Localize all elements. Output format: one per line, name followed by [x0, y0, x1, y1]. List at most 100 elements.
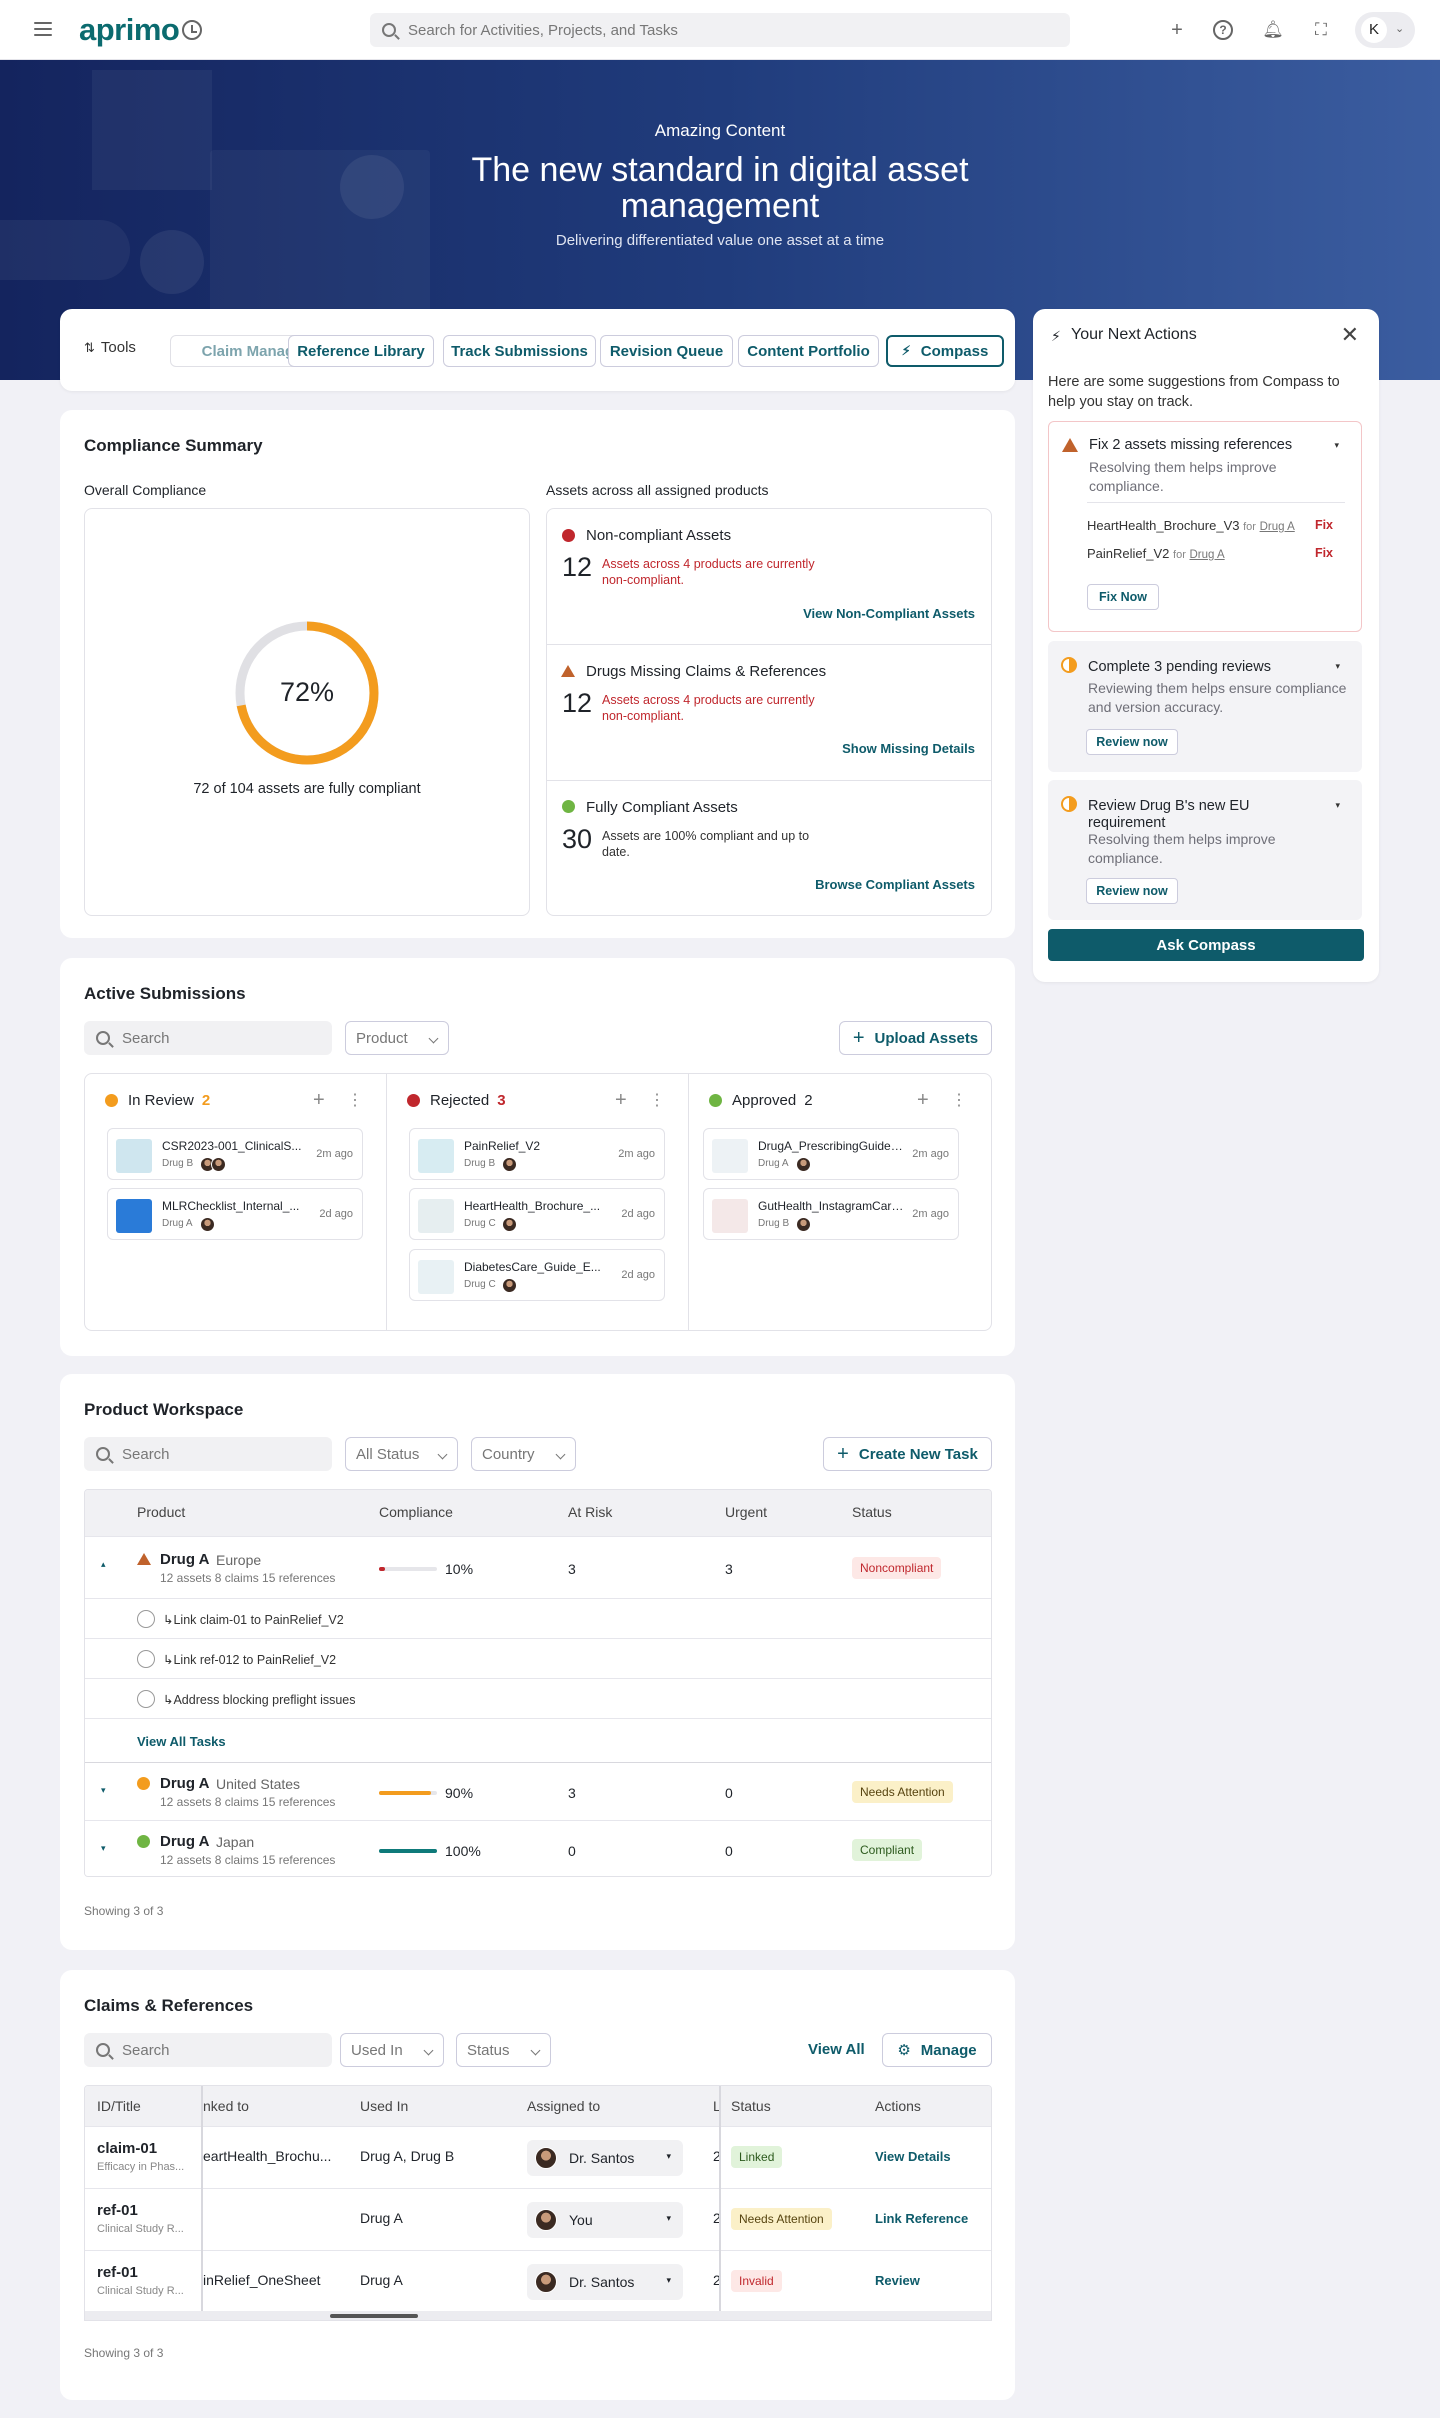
- review-now-button[interactable]: Review now: [1086, 878, 1178, 904]
- submission-item[interactable]: DrugA_PrescribingGuide_V4 Drug A 2m ago: [703, 1128, 959, 1180]
- assignee-select[interactable]: Dr. Santos ▾: [527, 2140, 683, 2176]
- add-icon[interactable]: +: [313, 1089, 325, 1112]
- product-filter[interactable]: Product: [345, 1021, 449, 1055]
- assignee-select[interactable]: Dr. Santos ▾: [527, 2264, 683, 2300]
- table-row[interactable]: ▾ Drug A Japan 12 assets 8 claims 15 ref…: [85, 1820, 991, 1876]
- ask-compass-button[interactable]: Ask Compass: [1048, 929, 1364, 961]
- task-row[interactable]: ↳Address blocking preflight issues: [85, 1678, 991, 1718]
- assignee-select[interactable]: You ▾: [527, 2202, 683, 2238]
- bolt-icon: ⚡︎: [1051, 328, 1061, 344]
- row-action-link[interactable]: View Details: [875, 2149, 951, 2164]
- chevron-down-icon: ⌄: [1395, 23, 1405, 35]
- submission-item[interactable]: CSR2023-001_ClinicalS... Drug B 2m ago: [107, 1128, 363, 1180]
- search-icon: [96, 1031, 110, 1045]
- more-icon[interactable]: ⋮: [951, 1090, 967, 1110]
- more-icon[interactable]: ⋮: [347, 1090, 363, 1110]
- close-icon[interactable]: ✕: [1341, 322, 1359, 348]
- task-checkbox[interactable]: [137, 1690, 155, 1708]
- user-menu[interactable]: K ⌄: [1355, 12, 1415, 48]
- asset-line: PainRelief_V2 for Drug A: [1087, 546, 1225, 561]
- caret-down-icon[interactable]: ▾: [1335, 661, 1340, 672]
- logo[interactable]: aprimo: [79, 12, 180, 48]
- fix-link[interactable]: Fix: [1315, 546, 1333, 560]
- create-new-task-button[interactable]: + Create New Task: [823, 1437, 992, 1471]
- fix-link[interactable]: Fix: [1315, 518, 1333, 532]
- claims-search-input[interactable]: Search: [84, 2033, 332, 2067]
- column-header: L: [713, 2098, 719, 2114]
- tab-reference-library[interactable]: Reference Library: [288, 335, 434, 367]
- add-icon[interactable]: +: [615, 1089, 627, 1112]
- tab-track-submissions[interactable]: Track Submissions: [443, 335, 596, 367]
- chevron-down-icon[interactable]: ▾: [101, 1843, 106, 1854]
- table-row[interactable]: ref-01 Clinical Study R... inRelief_OneShe…: [85, 2250, 991, 2311]
- horizontal-scrollbar[interactable]: [85, 2311, 991, 2320]
- assignee-name: Dr. Santos: [569, 2150, 635, 2166]
- asset-drug-link[interactable]: Drug A: [1260, 521, 1295, 533]
- history-icon[interactable]: [182, 20, 202, 40]
- global-search-input[interactable]: Search for Activities, Projects, and Tas…: [370, 13, 1070, 47]
- tools-button[interactable]: ⇅ Tools: [84, 339, 136, 356]
- show-missing-details-link[interactable]: Show Missing Details: [842, 741, 975, 756]
- asset-drug-link[interactable]: Drug A: [1189, 549, 1224, 561]
- fix-now-button[interactable]: Fix Now: [1087, 584, 1159, 610]
- workspace-search-input[interactable]: Search: [84, 1437, 332, 1471]
- row-action-link[interactable]: Link Reference: [875, 2211, 968, 2226]
- submission-item[interactable]: MLRChecklist_Internal_... Drug A 2d ago: [107, 1188, 363, 1240]
- menu-icon[interactable]: [34, 22, 52, 36]
- column-count: 2: [804, 1092, 813, 1109]
- chevron-up-icon[interactable]: ▴: [101, 1559, 106, 1570]
- tab-revision-queue[interactable]: Revision Queue: [600, 335, 733, 367]
- table-row[interactable]: ▾ Drug A United States 12 assets 8 claim…: [85, 1762, 991, 1820]
- last-col-value: 2: [713, 2272, 719, 2288]
- submission-item[interactable]: PainRelief_V2 Drug B 2m ago: [409, 1128, 665, 1180]
- row-action-link[interactable]: Review: [875, 2273, 920, 2288]
- asset-for: for: [1173, 549, 1186, 561]
- submission-item[interactable]: DiabetesCare_Guide_E... Drug C 2d ago: [409, 1249, 665, 1301]
- used-in-filter[interactable]: Used In: [340, 2033, 444, 2067]
- browse-compliant-link[interactable]: Browse Compliant Assets: [815, 877, 975, 892]
- more-icon[interactable]: ⋮: [649, 1090, 665, 1110]
- review-now-button[interactable]: Review now: [1086, 729, 1178, 755]
- claims-status-filter[interactable]: Status: [456, 2033, 551, 2067]
- caret-down-icon[interactable]: ▾: [1334, 440, 1339, 451]
- basket-icon[interactable]: ⛶: [1309, 18, 1333, 42]
- product-workspace-title: Product Workspace: [84, 1400, 244, 1419]
- view-all-tasks-link[interactable]: View All Tasks: [137, 1734, 226, 1749]
- tab-compass-label: Compass: [920, 342, 989, 360]
- task-row[interactable]: ↳Link ref-012 to PainRelief_V2: [85, 1638, 991, 1678]
- tab-compass[interactable]: ⚡︎ Compass: [886, 335, 1004, 367]
- tab-content-portfolio[interactable]: Content Portfolio: [738, 335, 879, 367]
- view-all-link[interactable]: View All: [808, 2041, 865, 2058]
- task-row[interactable]: ↳Link claim-01 to PainRelief_V2: [85, 1598, 991, 1638]
- add-icon[interactable]: +: [917, 1089, 929, 1112]
- compliance-percent: 72%: [279, 677, 335, 707]
- chevron-down-icon[interactable]: ▾: [101, 1785, 106, 1796]
- manage-button[interactable]: ⚙ Manage: [882, 2033, 992, 2067]
- scrollbar-thumb[interactable]: [330, 2314, 418, 2318]
- column-header: Product: [137, 1504, 186, 1520]
- table-row[interactable]: ▴ Drug A Europe 12 assets 8 claims 15 re…: [85, 1536, 991, 1598]
- help-icon[interactable]: ?: [1213, 20, 1233, 40]
- status-filter[interactable]: All Status: [345, 1437, 458, 1471]
- submissions-search-input[interactable]: Search: [84, 1021, 332, 1055]
- caret-down-icon[interactable]: ▾: [1335, 800, 1340, 811]
- submission-item[interactable]: HeartHealth_Brochure_... Drug C 2d ago: [409, 1188, 665, 1240]
- view-noncompliant-link[interactable]: View Non-Compliant Assets: [803, 606, 975, 621]
- active-submissions-card: Active Submissions Search Product + Uploa…: [60, 958, 1015, 1356]
- bell-icon[interactable]: 🔔︎: [1261, 18, 1285, 42]
- plus-icon[interactable]: +: [1165, 18, 1189, 42]
- table-row[interactable]: ref-01 Clinical Study R... Drug A You ▾ 2 Need…: [85, 2188, 991, 2249]
- asset-drug: Drug A: [758, 1158, 789, 1169]
- task-checkbox[interactable]: [137, 1610, 155, 1628]
- upload-assets-button[interactable]: + Upload Assets: [839, 1021, 992, 1055]
- avatar: [211, 1157, 226, 1172]
- claim-id: ref-01: [97, 2202, 138, 2219]
- product-meta: 12 assets 8 claims 15 references: [160, 1795, 336, 1809]
- noncompliant-title: Non-compliant Assets: [586, 527, 732, 544]
- submission-item[interactable]: GutHealth_InstagramCarousel Drug B 2m ag…: [703, 1188, 959, 1240]
- table-row[interactable]: claim-01 Efficacy in Phas... eartHealth_Br…: [85, 2126, 991, 2187]
- task-checkbox[interactable]: [137, 1650, 155, 1668]
- assets-panel: Non-compliant Assets 12 Assets across 4 …: [546, 508, 992, 916]
- country-filter[interactable]: Country: [471, 1437, 576, 1471]
- avatar: [200, 1217, 215, 1232]
